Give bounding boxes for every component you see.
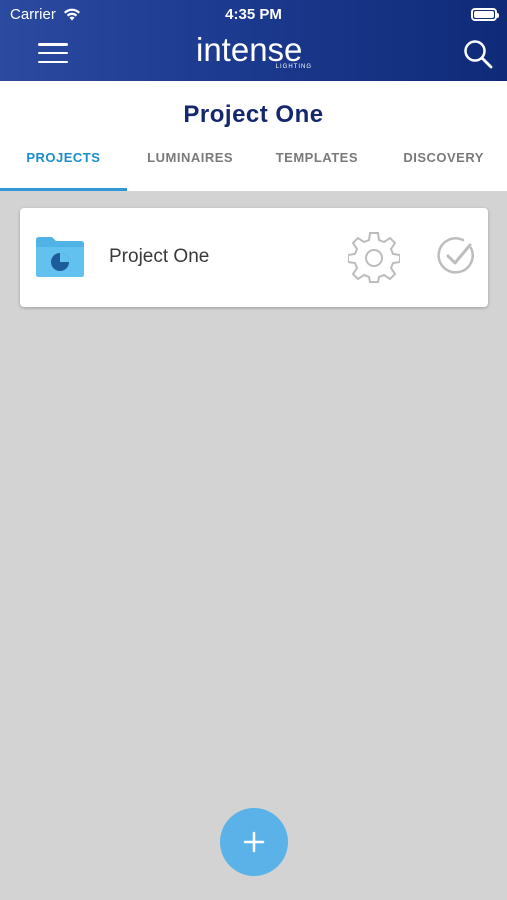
tab-discovery[interactable]: DISCOVERY <box>380 141 507 191</box>
gear-icon[interactable] <box>348 232 400 284</box>
project-card[interactable]: Project One <box>20 208 488 307</box>
app-logo: intense LIGHTING <box>196 30 316 78</box>
nav-bar: intense LIGHTING <box>0 28 507 81</box>
project-name: Project One <box>109 246 210 267</box>
title-area: Project One PROJECTS LUMINAIRES TEMPLATE… <box>0 81 507 191</box>
status-left: Carrier <box>10 6 82 23</box>
add-project-button[interactable] <box>220 808 288 876</box>
page-title: Project One <box>183 101 324 128</box>
status-bar: Carrier 4:35 PM <box>0 0 507 28</box>
tab-luminaires[interactable]: LUMINAIRES <box>127 141 254 191</box>
check-circle-icon[interactable] <box>437 236 477 276</box>
plus-icon <box>243 831 265 853</box>
battery-icon <box>471 7 499 21</box>
menu-button[interactable] <box>36 40 70 66</box>
tab-templates[interactable]: TEMPLATES <box>254 141 381 191</box>
hamburger-line <box>38 51 68 55</box>
carrier-label: Carrier <box>10 5 56 23</box>
hamburger-icon <box>38 43 68 46</box>
search-icon[interactable] <box>462 38 494 70</box>
folder-icon <box>36 237 84 277</box>
tab-projects[interactable]: PROJECTS <box>0 141 127 191</box>
top-bar: Carrier 4:35 PM intense LIGHTING <box>0 0 507 81</box>
logo-subtext: LIGHTING <box>275 64 312 70</box>
hamburger-line <box>38 60 68 63</box>
status-time: 4:35 PM <box>225 5 282 23</box>
wifi-icon <box>63 8 80 21</box>
tab-bar: PROJECTS LUMINAIRES TEMPLATES DISCOVERY <box>0 141 507 191</box>
